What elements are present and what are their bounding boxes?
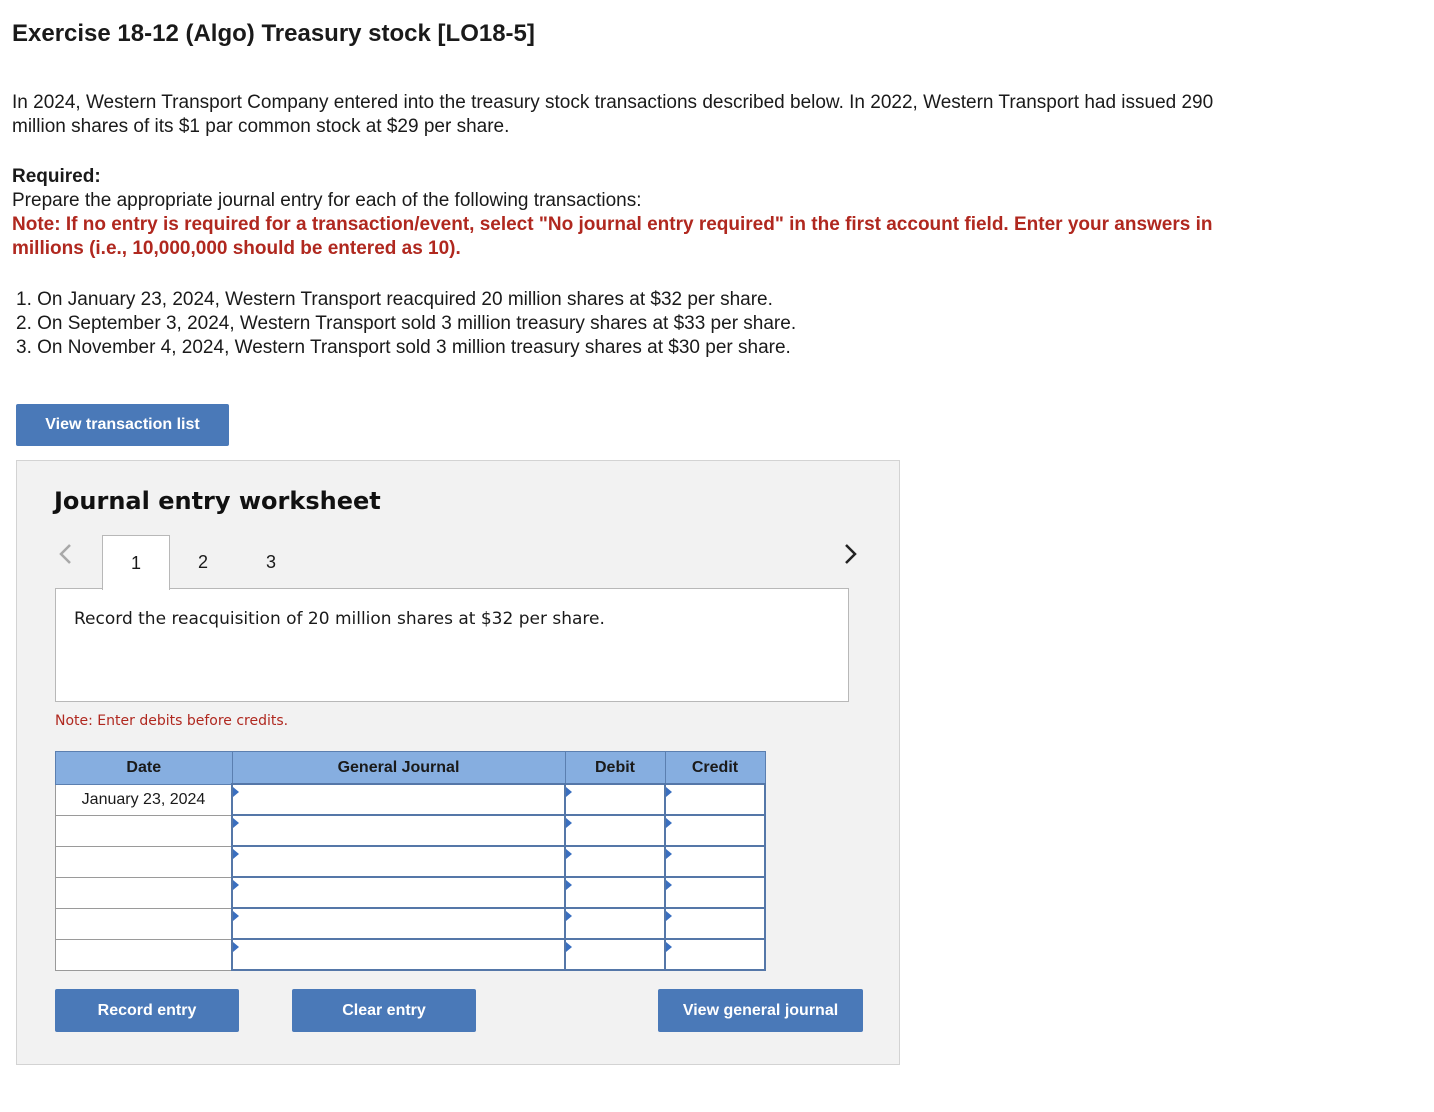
credit-field[interactable] (664, 814, 766, 847)
journal-header-row: Date General Journal Debit Credit (55, 751, 766, 785)
account-input[interactable] (233, 847, 564, 876)
clear-entry-button[interactable]: Clear entry (292, 989, 476, 1032)
credit-input[interactable] (666, 816, 764, 845)
worksheet-title: Journal entry worksheet (54, 487, 381, 515)
transaction-description-box: Record the reacquisition of 20 million s… (55, 588, 849, 702)
tab-2[interactable]: 2 (170, 535, 236, 589)
page-title: Exercise 18-12 (Algo) Treasury stock [LO… (12, 20, 535, 47)
account-input[interactable] (233, 878, 564, 907)
account-input[interactable] (233, 940, 564, 969)
journal-row (55, 845, 766, 878)
account-input[interactable] (233, 785, 564, 814)
journal-row (55, 938, 766, 971)
debit-column-header: Debit (564, 751, 666, 785)
journal-row (55, 876, 766, 909)
intro-text: In 2024, Western Transport Company enter… (12, 92, 1214, 137)
journal-entry-worksheet: Journal entry worksheet 1 2 3 Record the… (16, 460, 900, 1065)
view-transaction-list-button[interactable]: View transaction list (16, 404, 229, 446)
journal-row: January 23, 2024 (55, 783, 766, 816)
tab-3[interactable]: 3 (238, 535, 304, 589)
date-cell (55, 938, 233, 971)
credit-input[interactable] (666, 785, 764, 814)
date-cell (55, 814, 233, 847)
credit-column-header: Credit (664, 751, 766, 785)
account-input[interactable] (233, 816, 564, 845)
date-cell (55, 907, 233, 940)
credit-input[interactable] (666, 909, 764, 938)
debit-field[interactable] (564, 876, 666, 909)
account-select[interactable] (231, 783, 566, 816)
date-column-header: Date (55, 751, 233, 785)
transaction-item: 3. On November 4, 2024, Western Transpor… (16, 337, 791, 358)
transaction-description: Record the reacquisition of 20 million s… (74, 609, 605, 629)
debit-field[interactable] (564, 783, 666, 816)
debit-input[interactable] (566, 847, 664, 876)
credit-field[interactable] (664, 876, 766, 909)
account-select[interactable] (231, 938, 566, 971)
transaction-item: 1. On January 23, 2024, Western Transpor… (16, 289, 773, 310)
credit-field[interactable] (664, 907, 766, 940)
chevron-right-icon[interactable] (843, 543, 859, 565)
credit-input[interactable] (666, 847, 764, 876)
view-general-journal-button[interactable]: View general journal (658, 989, 863, 1032)
credit-input[interactable] (666, 940, 764, 969)
debit-input[interactable] (566, 816, 664, 845)
account-select[interactable] (231, 876, 566, 909)
chevron-left-icon[interactable] (57, 543, 73, 565)
journal-row (55, 907, 766, 940)
account-select[interactable] (231, 845, 566, 878)
record-entry-button[interactable]: Record entry (55, 989, 239, 1032)
debit-field[interactable] (564, 938, 666, 971)
journal-table: Date General Journal Debit Credit Januar… (55, 751, 766, 971)
debit-input[interactable] (566, 909, 664, 938)
required-text: Prepare the appropriate journal entry fo… (12, 190, 642, 211)
credit-field[interactable] (664, 845, 766, 878)
account-select[interactable] (231, 907, 566, 940)
account-select[interactable] (231, 814, 566, 847)
date-cell (55, 876, 233, 909)
credit-field[interactable] (664, 783, 766, 816)
debit-input[interactable] (566, 940, 664, 969)
journal-row (55, 814, 766, 847)
credit-input[interactable] (666, 878, 764, 907)
debit-input[interactable] (566, 785, 664, 814)
transaction-item: 2. On September 3, 2024, Western Transpo… (16, 313, 797, 334)
debit-field[interactable] (564, 845, 666, 878)
transaction-list: 1. On January 23, 2024, Western Transpor… (16, 288, 796, 360)
instruction-note: Note: If no entry is required for a tran… (12, 214, 1213, 259)
debit-field[interactable] (564, 907, 666, 940)
general-journal-column-header: General Journal (231, 751, 566, 785)
required-heading: Required: (12, 166, 101, 187)
account-input[interactable] (233, 909, 564, 938)
tab-1[interactable]: 1 (102, 535, 170, 590)
date-cell: January 23, 2024 (55, 783, 233, 816)
debit-field[interactable] (564, 814, 666, 847)
date-cell (55, 845, 233, 878)
debits-before-credits-note: Note: Enter debits before credits. (55, 713, 289, 729)
debit-input[interactable] (566, 878, 664, 907)
credit-field[interactable] (664, 938, 766, 971)
